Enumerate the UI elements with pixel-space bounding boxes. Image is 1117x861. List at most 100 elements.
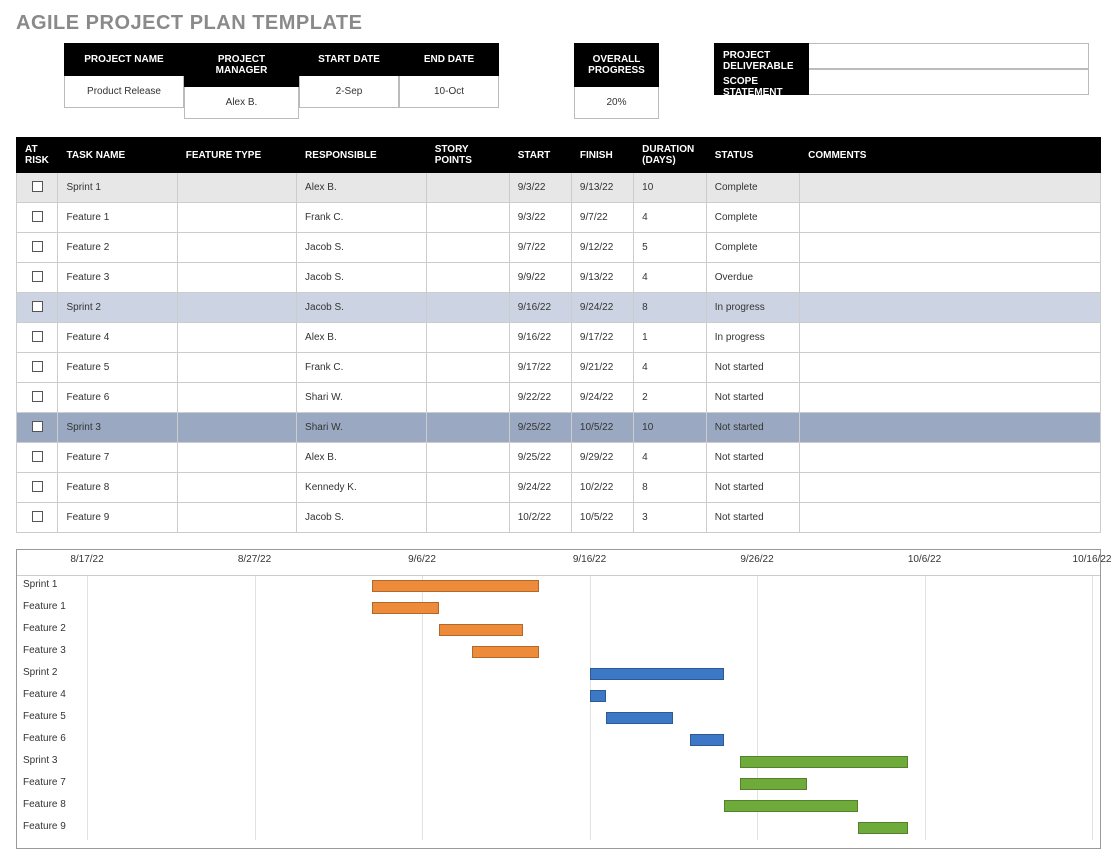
cell-duration[interactable]: 8 [634,473,707,503]
at-risk-checkbox[interactable] [32,331,43,342]
cell-task[interactable]: Feature 4 [58,323,177,353]
cell-responsible[interactable]: Shari W. [297,383,427,413]
cell-finish[interactable]: 9/7/22 [571,203,633,233]
cell-finish[interactable]: 9/24/22 [571,293,633,323]
cell-status[interactable]: Complete [706,173,799,203]
cell-status[interactable]: Not started [706,443,799,473]
cell-start[interactable]: 9/25/22 [509,413,571,443]
cell-comments[interactable] [800,293,1101,323]
cell-start[interactable]: 9/17/22 [509,353,571,383]
cell-feature_type[interactable] [177,293,296,323]
cell-duration[interactable]: 4 [634,353,707,383]
cell-responsible[interactable]: Alex B. [297,443,427,473]
cell-finish[interactable]: 10/5/22 [571,413,633,443]
cell-finish[interactable]: 9/17/22 [571,323,633,353]
cell-points[interactable] [426,383,509,413]
cell-responsible[interactable]: Kennedy K. [297,473,427,503]
cell-task[interactable]: Sprint 1 [58,173,177,203]
cell-comments[interactable] [800,353,1101,383]
cell-comments[interactable] [800,323,1101,353]
cell-task[interactable]: Sprint 2 [58,293,177,323]
cell-task[interactable]: Feature 9 [58,503,177,533]
at-risk-checkbox[interactable] [32,301,43,312]
cell-points[interactable] [426,413,509,443]
cell-responsible[interactable]: Frank C. [297,203,427,233]
cell-points[interactable] [426,473,509,503]
cell-status[interactable]: Overdue [706,263,799,293]
cell-duration[interactable]: 5 [634,233,707,263]
cell-responsible[interactable]: Alex B. [297,323,427,353]
cell-task[interactable]: Sprint 3 [58,413,177,443]
at-risk-checkbox[interactable] [32,481,43,492]
cell-start[interactable]: 9/3/22 [509,173,571,203]
cell-task[interactable]: Feature 3 [58,263,177,293]
cell-start[interactable]: 9/16/22 [509,323,571,353]
cell-feature_type[interactable] [177,203,296,233]
at-risk-checkbox[interactable] [32,211,43,222]
cell-feature_type[interactable] [177,413,296,443]
cell-duration[interactable]: 10 [634,173,707,203]
cell-finish[interactable]: 9/12/22 [571,233,633,263]
cell-feature_type[interactable] [177,263,296,293]
cell-status[interactable]: Not started [706,413,799,443]
cell-finish[interactable]: 9/13/22 [571,173,633,203]
cell-responsible[interactable]: Jacob S. [297,233,427,263]
header-col-value[interactable]: Alex B. [184,87,299,119]
cell-start[interactable]: 9/3/22 [509,203,571,233]
header-col-value[interactable]: 2-Sep [299,76,399,108]
cell-feature_type[interactable] [177,383,296,413]
cell-task[interactable]: Feature 5 [58,353,177,383]
cell-task[interactable]: Feature 2 [58,233,177,263]
cell-feature_type[interactable] [177,443,296,473]
cell-finish[interactable]: 10/2/22 [571,473,633,503]
cell-status[interactable]: Not started [706,353,799,383]
cell-comments[interactable] [800,503,1101,533]
cell-task[interactable]: Feature 7 [58,443,177,473]
side-value[interactable] [809,69,1089,95]
cell-comments[interactable] [800,173,1101,203]
cell-responsible[interactable]: Frank C. [297,353,427,383]
cell-status[interactable]: Complete [706,203,799,233]
cell-feature_type[interactable] [177,473,296,503]
cell-comments[interactable] [800,233,1101,263]
cell-responsible[interactable]: Shari W. [297,413,427,443]
cell-comments[interactable] [800,443,1101,473]
cell-feature_type[interactable] [177,233,296,263]
cell-responsible[interactable]: Alex B. [297,173,427,203]
cell-points[interactable] [426,323,509,353]
cell-start[interactable]: 9/16/22 [509,293,571,323]
cell-points[interactable] [426,293,509,323]
cell-finish[interactable]: 9/24/22 [571,383,633,413]
cell-comments[interactable] [800,203,1101,233]
cell-duration[interactable]: 2 [634,383,707,413]
cell-status[interactable]: In progress [706,293,799,323]
at-risk-checkbox[interactable] [32,271,43,282]
cell-feature_type[interactable] [177,503,296,533]
cell-duration[interactable]: 4 [634,263,707,293]
cell-points[interactable] [426,203,509,233]
cell-duration[interactable]: 4 [634,443,707,473]
cell-comments[interactable] [800,473,1101,503]
cell-finish[interactable]: 9/29/22 [571,443,633,473]
cell-task[interactable]: Feature 6 [58,383,177,413]
at-risk-checkbox[interactable] [32,511,43,522]
cell-points[interactable] [426,443,509,473]
at-risk-checkbox[interactable] [32,361,43,372]
cell-feature_type[interactable] [177,323,296,353]
cell-start[interactable]: 9/25/22 [509,443,571,473]
cell-feature_type[interactable] [177,173,296,203]
cell-duration[interactable]: 3 [634,503,707,533]
cell-responsible[interactable]: Jacob S. [297,293,427,323]
cell-task[interactable]: Feature 8 [58,473,177,503]
header-col-value[interactable]: 10-Oct [399,76,499,108]
cell-points[interactable] [426,233,509,263]
cell-start[interactable]: 9/24/22 [509,473,571,503]
cell-points[interactable] [426,503,509,533]
cell-start[interactable]: 9/9/22 [509,263,571,293]
cell-points[interactable] [426,173,509,203]
cell-status[interactable]: Not started [706,473,799,503]
cell-status[interactable]: Not started [706,503,799,533]
cell-start[interactable]: 9/22/22 [509,383,571,413]
cell-duration[interactable]: 10 [634,413,707,443]
at-risk-checkbox[interactable] [32,421,43,432]
